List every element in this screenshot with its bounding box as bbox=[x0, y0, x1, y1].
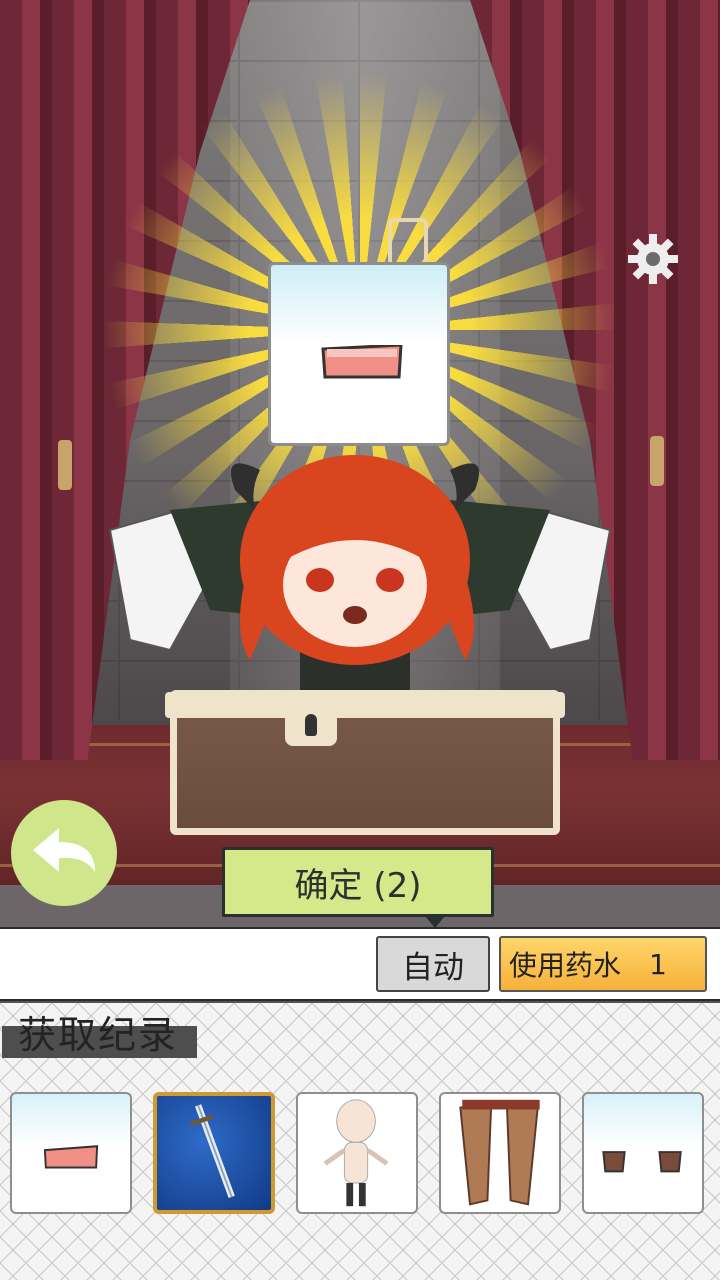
reward-card bbox=[268, 262, 450, 446]
confirm-button[interactable]: 确定 (2) bbox=[222, 847, 494, 917]
undo-arrow-icon bbox=[33, 828, 95, 872]
sword-icon bbox=[189, 1104, 235, 1199]
card-hanger bbox=[388, 218, 428, 266]
record-slot-4[interactable] bbox=[439, 1092, 561, 1214]
red-cloth-piece-icon bbox=[321, 345, 403, 379]
record-slot-1[interactable] bbox=[10, 1092, 132, 1214]
record-slot-5[interactable] bbox=[582, 1092, 704, 1214]
chest-rim bbox=[165, 692, 565, 718]
game-stage: 确定 (2) bbox=[0, 0, 720, 1000]
body-base-icon bbox=[323, 1099, 389, 1207]
record-slot-3[interactable] bbox=[296, 1092, 418, 1214]
auto-button[interactable]: 自动 bbox=[376, 936, 490, 992]
potion-count: 1 bbox=[649, 947, 667, 981]
back-button[interactable] bbox=[11, 800, 117, 906]
record-slot-2[interactable] bbox=[153, 1092, 275, 1214]
chest-lock bbox=[285, 706, 337, 746]
potion-label: 使用药水 bbox=[509, 949, 622, 982]
curtain-tie-left bbox=[58, 440, 72, 490]
keyhole bbox=[305, 714, 317, 736]
gear-icon[interactable] bbox=[626, 232, 680, 286]
record-title: 获取纪录 bbox=[18, 1013, 179, 1057]
red-cloth-piece-icon bbox=[43, 1145, 99, 1169]
wrist-cuffs-icon bbox=[602, 1151, 682, 1173]
use-potion-button[interactable]: 使用药水 1 bbox=[499, 936, 707, 992]
curtain-tie-right bbox=[650, 436, 664, 486]
brown-boots-icon bbox=[459, 1099, 540, 1206]
